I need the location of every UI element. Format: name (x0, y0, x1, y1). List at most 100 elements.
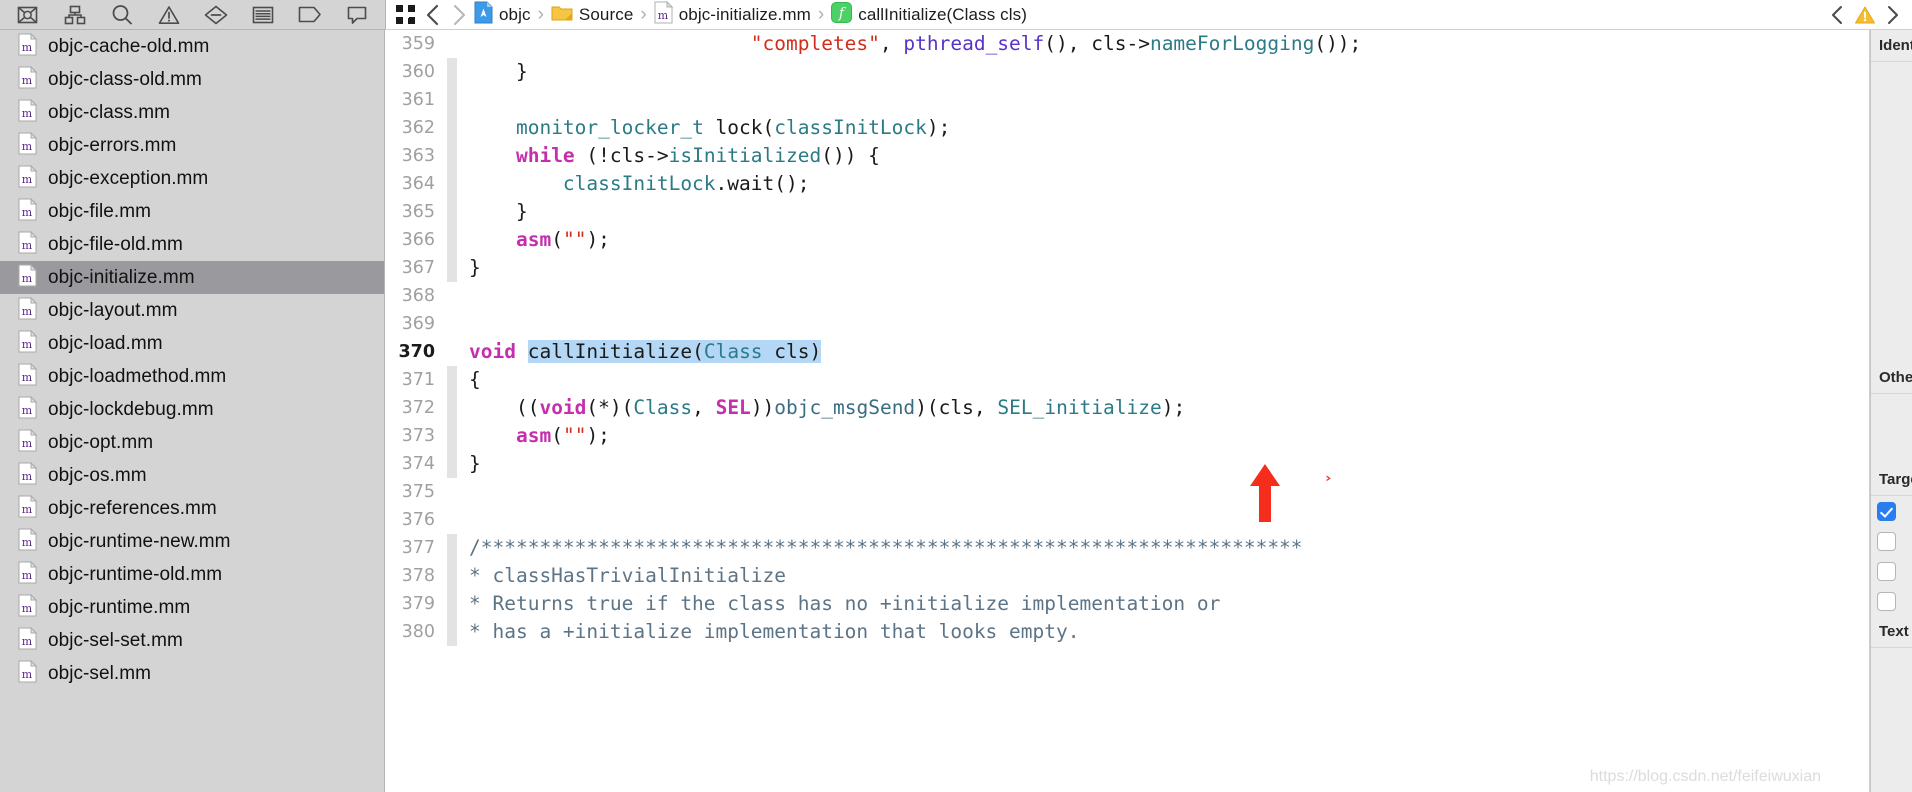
target-membership-row[interactable] (1871, 586, 1912, 616)
code-line[interactable]: 377 /************************************… (385, 534, 1869, 562)
back-button[interactable] (420, 1, 446, 29)
issue-navigator-icon[interactable] (154, 3, 184, 27)
code-line[interactable]: 380 * has a +initialize implementation th… (385, 618, 1869, 646)
breadcrumb-item-symbol[interactable]: f callInitialize(Class cls) (829, 1, 1029, 28)
find-navigator-icon[interactable] (107, 3, 137, 27)
breakpoint-navigator-icon[interactable] (295, 3, 325, 27)
code-fold-ribbon[interactable] (447, 198, 457, 226)
breadcrumb-item-file[interactable]: m objc-initialize.mm (652, 0, 813, 29)
code-fold-ribbon[interactable] (447, 30, 457, 58)
file-list-item[interactable]: m objc-class.mm (0, 96, 384, 129)
code-line[interactable]: 371 { (385, 366, 1869, 394)
code-line[interactable]: 366 asm(""); (385, 226, 1869, 254)
code-line-text[interactable]: monitor_locker_t lock(classInitLock); (457, 114, 1869, 142)
file-list-item[interactable]: m objc-opt.mm (0, 426, 384, 459)
code-line[interactable]: 359 "completes", pthread_self(), cls->na… (385, 30, 1869, 58)
symbol-navigator-icon[interactable] (60, 3, 90, 27)
code-fold-ribbon[interactable] (447, 58, 457, 86)
file-list-item[interactable]: m objc-load.mm (0, 327, 384, 360)
forward-button[interactable] (446, 1, 472, 29)
file-list-item[interactable]: m objc-file-old.mm (0, 228, 384, 261)
code-fold-ribbon[interactable] (447, 394, 457, 422)
code-line[interactable]: 361 (385, 86, 1869, 114)
code-line[interactable]: 374} (385, 450, 1869, 478)
code-line-text[interactable]: while (!cls->isInitialized()) { (457, 142, 1869, 170)
source-editor[interactable]: 359 "completes", pthread_self(), cls->na… (385, 30, 1870, 792)
code-line-text[interactable]: } (457, 450, 1869, 478)
code-line-text[interactable]: * classHasTrivialInitialize (457, 562, 1869, 590)
file-list-item[interactable]: m objc-layout.mm (0, 294, 384, 327)
code-line[interactable]: 376 (385, 506, 1869, 534)
code-line[interactable]: 362 monitor_locker_t lock(classInitLock)… (385, 114, 1869, 142)
code-line[interactable]: 375 (385, 478, 1869, 506)
code-line-text[interactable]: * Returns true if the class has no +init… (457, 590, 1869, 618)
code-line-text[interactable]: * has a +initialize implementation that … (457, 618, 1869, 646)
debug-navigator-icon[interactable] (248, 3, 278, 27)
file-list-item[interactable]: m objc-lockdebug.mm (0, 393, 384, 426)
target-membership-row[interactable] (1871, 556, 1912, 586)
code-line-text[interactable]: } (457, 254, 1869, 282)
code-line-text[interactable]: void callInitialize(Class cls) (457, 338, 1869, 366)
breadcrumb-item-folder[interactable]: Source (549, 4, 635, 26)
code-fold-ribbon[interactable] (447, 506, 457, 534)
report-navigator-icon[interactable] (342, 3, 372, 27)
code-line[interactable]: 367} (385, 254, 1869, 282)
code-fold-ribbon[interactable] (447, 338, 457, 366)
code-fold-ribbon[interactable] (447, 282, 457, 310)
code-line-text[interactable]: classInitLock.wait(); (457, 170, 1869, 198)
file-list-item[interactable]: m objc-os.mm (0, 459, 384, 492)
code-area[interactable]: 359 "completes", pthread_self(), cls->na… (385, 30, 1869, 646)
code-fold-ribbon[interactable] (447, 142, 457, 170)
code-line-text[interactable]: asm(""); (457, 226, 1869, 254)
code-line[interactable]: 365 } (385, 198, 1869, 226)
code-line[interactable]: 372 ((void(*)(Class, SEL))objc_msgSend)(… (385, 394, 1869, 422)
code-line-text[interactable]: } (457, 58, 1869, 86)
code-fold-ribbon[interactable] (447, 478, 457, 506)
code-fold-ribbon[interactable] (447, 170, 457, 198)
file-list-item[interactable]: m objc-class-old.mm (0, 63, 384, 96)
code-fold-ribbon[interactable] (447, 114, 457, 142)
checkbox-icon[interactable] (1877, 591, 1896, 611)
code-fold-ribbon[interactable] (447, 86, 457, 114)
checkbox-icon[interactable] (1877, 561, 1896, 581)
code-line[interactable]: 360 } (385, 58, 1869, 86)
file-list-item[interactable]: m objc-references.mm (0, 492, 384, 525)
file-list-item[interactable]: m objc-errors.mm (0, 129, 384, 162)
code-fold-ribbon[interactable] (447, 534, 457, 562)
code-fold-ribbon[interactable] (447, 226, 457, 254)
file-list-item[interactable]: m objc-sel-set.mm (0, 624, 384, 657)
code-fold-ribbon[interactable] (447, 590, 457, 618)
code-line[interactable]: 373 asm(""); (385, 422, 1869, 450)
code-line-text[interactable]: asm(""); (457, 422, 1869, 450)
breadcrumb-item-project[interactable]: objc (472, 1, 533, 29)
code-fold-ribbon[interactable] (447, 254, 457, 282)
file-inspector[interactable]: Identity and Type Other Target Membershi… (1870, 30, 1912, 792)
code-fold-ribbon[interactable] (447, 310, 457, 338)
code-fold-ribbon[interactable] (447, 366, 457, 394)
checkbox-icon[interactable] (1877, 501, 1896, 521)
previous-issue-button[interactable] (1824, 1, 1850, 29)
project-navigator-icon[interactable] (13, 3, 43, 27)
code-line[interactable]: 379 * Returns true if the class has no +i… (385, 590, 1869, 618)
target-membership-row[interactable] (1871, 496, 1912, 526)
code-fold-ribbon[interactable] (447, 618, 457, 646)
project-navigator[interactable]: m objc-cache-old.mm m objc-class-old.mm m obj… (0, 30, 385, 792)
file-list-item[interactable]: m objc-runtime.mm (0, 591, 384, 624)
code-fold-ribbon[interactable] (447, 450, 457, 478)
code-line-text[interactable]: } (457, 198, 1869, 226)
next-issue-button[interactable] (1880, 1, 1906, 29)
code-line-text[interactable]: /***************************************… (457, 534, 1869, 562)
code-line[interactable]: 369 (385, 310, 1869, 338)
code-line[interactable]: 364 classInitLock.wait(); (385, 170, 1869, 198)
file-list-item[interactable]: m objc-file.mm (0, 195, 384, 228)
file-list-item[interactable]: m objc-sel.mm (0, 657, 384, 690)
related-items-icon[interactable] (392, 1, 420, 29)
file-list-item[interactable]: m objc-runtime-new.mm (0, 525, 384, 558)
file-list-item[interactable]: m objc-loadmethod.mm (0, 360, 384, 393)
code-line-text[interactable]: { (457, 366, 1869, 394)
file-list-item[interactable]: m objc-cache-old.mm (0, 30, 384, 63)
code-fold-ribbon[interactable] (447, 422, 457, 450)
warning-badge-icon[interactable] (1852, 1, 1878, 29)
file-list-item[interactable]: m objc-initialize.mm (0, 261, 384, 294)
test-navigator-icon[interactable] (201, 3, 231, 27)
